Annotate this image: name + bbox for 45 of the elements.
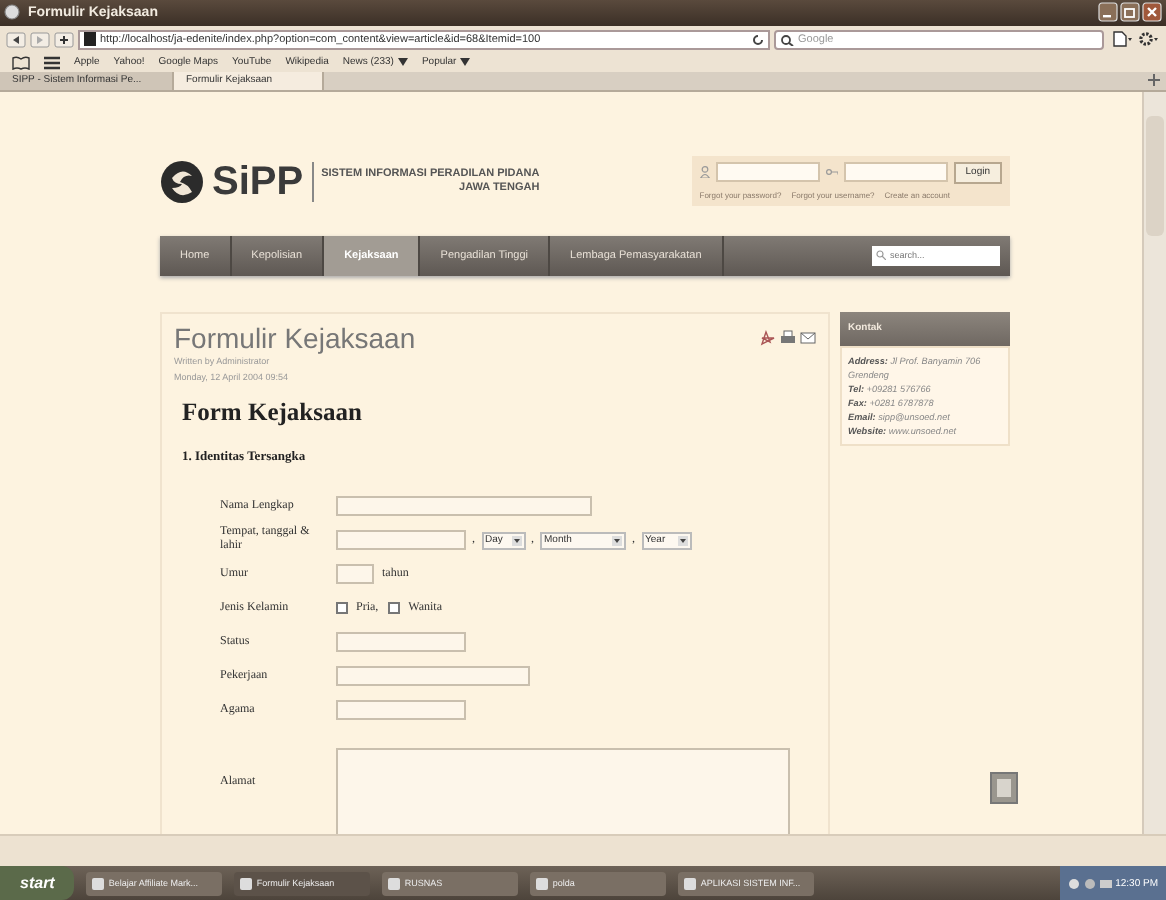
window-icon[interactable] [240,877,253,889]
window-icon[interactable] [388,877,401,889]
email-icon[interactable] [800,329,816,346]
globe-icon[interactable] [4,4,20,21]
page-icon[interactable] [84,32,96,47]
settings-icon[interactable] [1138,30,1160,49]
caret-icon[interactable] [460,58,471,67]
back-to-top-icon[interactable] [990,771,1018,804]
checkbox[interactable] [336,602,348,615]
close-icon[interactable] [1142,2,1162,23]
caret-icon[interactable] [511,535,521,546]
minimize-icon[interactable] [1098,2,1118,23]
window-icon[interactable] [536,877,549,889]
caret-icon[interactable] [612,535,622,546]
network-icon[interactable] [1099,877,1112,889]
restore-icon[interactable] [1120,2,1140,23]
scrollbar[interactable] [1142,91,1166,835]
window-icon[interactable] [684,877,697,889]
window-icon[interactable] [92,877,105,889]
start-button[interactable]: start [0,866,75,900]
grid-icon[interactable] [44,55,60,70]
text-field[interactable] [336,496,592,517]
password-field[interactable] [843,162,948,183]
checkbox[interactable] [388,602,401,615]
number-field[interactable] [336,564,374,585]
text-field[interactable] [336,700,466,721]
user-icon[interactable] [699,166,710,179]
book-icon[interactable] [12,55,30,70]
add-icon[interactable] [54,31,74,48]
article-title: Formulir Kejaksaan [174,321,416,354]
page-menu-icon[interactable] [1112,30,1134,49]
site-logo: SiPP [212,161,314,202]
caret-icon[interactable] [677,535,687,546]
new-tab-icon[interactable] [1148,74,1160,87]
search-icon[interactable] [780,33,794,46]
reload-icon[interactable] [752,33,764,46]
username-field[interactable] [715,162,820,183]
caret-icon[interactable] [397,58,408,67]
print-icon[interactable] [780,329,796,346]
form-heading: Form Kejaksaan [182,397,364,428]
text-field[interactable] [336,530,466,551]
back-icon[interactable] [6,31,26,48]
swirl-logo-icon[interactable] [160,159,204,204]
text-field[interactable] [336,666,530,687]
text-field[interactable] [336,632,466,653]
